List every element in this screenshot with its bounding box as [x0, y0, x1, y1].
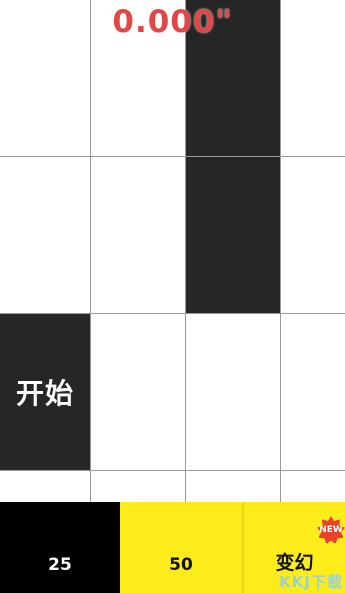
grid-line: [0, 470, 345, 471]
grid-line: [0, 313, 345, 314]
grid-line: [90, 0, 91, 502]
mode-25-label: 25: [48, 555, 72, 575]
mode-bianhuan-label: 变幻: [275, 552, 314, 574]
grid-line: [0, 156, 345, 157]
grid-line: [185, 0, 186, 502]
mode-tabs: 25 50 变幻 NEW: [0, 502, 345, 593]
grid-line: [280, 0, 281, 502]
new-badge: NEW: [317, 516, 345, 544]
mode-50-label: 50: [169, 555, 193, 575]
mode-bianhuan-button[interactable]: 变幻 NEW: [244, 502, 345, 593]
start-label: 开始: [15, 376, 74, 410]
start-tile[interactable]: 开始: [0, 313, 90, 470]
timer-display: 0.000": [112, 4, 233, 40]
mode-25-button[interactable]: 25: [0, 502, 120, 593]
game-board: 开始 0.000": [0, 0, 345, 502]
mode-50-button[interactable]: 50: [120, 502, 244, 593]
